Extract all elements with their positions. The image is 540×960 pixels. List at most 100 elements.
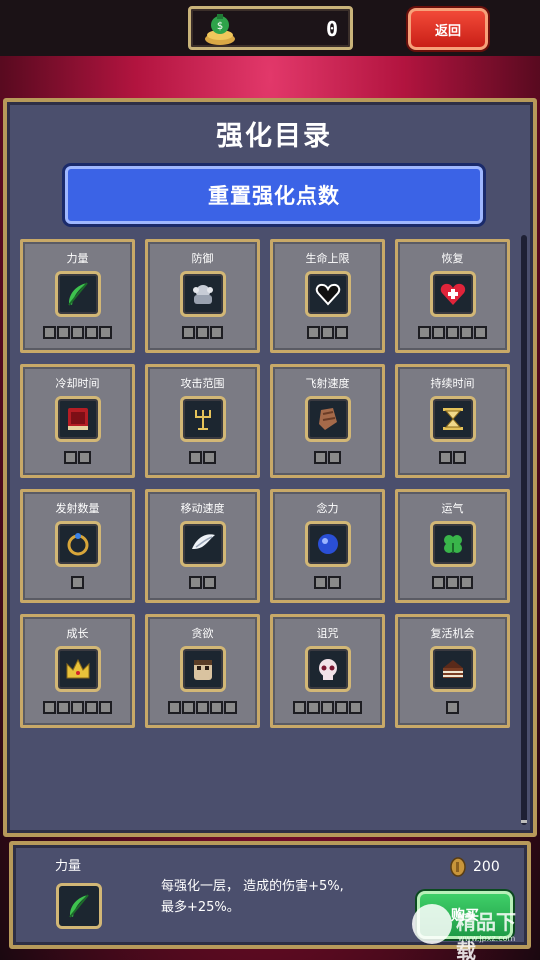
watermark-text: 精品下载 — [456, 910, 516, 960]
upgrade-name: 生命上限 — [305, 252, 350, 265]
upgrade-name: 发射数量 — [55, 502, 100, 515]
svg-text:$: $ — [217, 21, 223, 32]
detail-icon-frame — [56, 883, 102, 929]
feather-icon — [68, 282, 88, 306]
upgrade-card[interactable]: 飞射速度 — [270, 364, 385, 478]
level-pip — [328, 576, 341, 589]
level-pip — [85, 701, 98, 714]
detail-name: 力量 — [55, 859, 82, 874]
clover-icon — [444, 535, 462, 553]
level-pip — [321, 326, 334, 339]
watermark-url: www.jpxz.com — [458, 934, 516, 943]
reset-points-button[interactable]: 重置强化点数 — [65, 166, 483, 224]
upgrade-name: 运气 — [441, 502, 464, 515]
watermark-logo-icon — [412, 904, 452, 944]
upgrade-icon-frame — [55, 396, 101, 442]
upgrade-card[interactable]: 成长 — [20, 614, 135, 728]
level-pip — [43, 326, 56, 339]
level-pip — [182, 701, 195, 714]
upgrade-name: 攻击范围 — [180, 377, 225, 390]
coin-bag-icon: $ — [205, 14, 235, 45]
level-pip — [439, 451, 452, 464]
level-pip — [432, 326, 445, 339]
ring-icon — [67, 533, 89, 556]
upgrade-icon-frame — [55, 646, 101, 692]
level-pip — [432, 576, 445, 589]
upgrade-level-pips — [273, 326, 382, 339]
upgrade-card[interactable]: 攻击范围 — [145, 364, 260, 478]
skull-icon — [319, 659, 337, 680]
level-pip — [335, 701, 348, 714]
upgrade-name: 持续时间 — [430, 377, 475, 390]
upgrade-level-pips — [398, 326, 507, 339]
upgrade-card[interactable]: 贪欲 — [145, 614, 260, 728]
level-pip — [43, 701, 56, 714]
upgrade-icon-frame — [430, 521, 476, 567]
scrollbar[interactable] — [521, 235, 527, 825]
detail-desc-line2: 最多+25%。 — [161, 900, 240, 915]
level-pip — [418, 326, 431, 339]
upgrade-name: 念力 — [316, 502, 339, 515]
mask-icon — [194, 660, 212, 680]
level-pip — [307, 701, 320, 714]
scrollbar-thumb[interactable] — [521, 820, 527, 823]
upgrade-card[interactable]: 复活机会 — [395, 614, 510, 728]
detail-description: 每强化一层， 造成的伤害+5%, 最多+25%。 — [161, 876, 411, 918]
level-pip — [57, 326, 70, 339]
candelabra-icon — [195, 410, 211, 430]
level-pip — [196, 326, 209, 339]
back-button[interactable]: 返回 — [408, 8, 488, 50]
upgrade-icon-frame — [55, 521, 101, 567]
upgrade-level-pips — [148, 701, 257, 714]
upgrade-card[interactable]: 发射数量 — [20, 489, 135, 603]
level-pip — [57, 701, 70, 714]
level-pip — [224, 701, 237, 714]
upgrade-name: 飞射速度 — [305, 377, 350, 390]
upgrade-icon-frame — [430, 396, 476, 442]
upgrade-card[interactable]: 冷却时间 — [20, 364, 135, 478]
level-pip — [335, 326, 348, 339]
detail-desc-line1: 每强化一层， 造成的伤害+5%, — [161, 879, 344, 894]
level-pip — [474, 326, 487, 339]
watermark: 精品下载 www.jpxz.com — [412, 900, 534, 960]
level-pip — [460, 576, 473, 589]
upgrade-level-pips — [148, 451, 257, 464]
orb-icon — [318, 534, 338, 554]
upgrade-name: 成长 — [66, 627, 89, 640]
upgrade-icon-frame — [180, 271, 226, 317]
wing-icon — [192, 534, 215, 549]
upgrade-name: 冷却时间 — [55, 377, 100, 390]
upgrade-icon-frame — [305, 271, 351, 317]
level-pip — [203, 451, 216, 464]
heart-plus-icon — [440, 283, 466, 305]
upgrade-icon-frame — [180, 396, 226, 442]
upgrade-icon-frame — [305, 396, 351, 442]
upgrade-card[interactable]: 防御 — [145, 239, 260, 353]
level-pip — [460, 326, 473, 339]
level-pip — [210, 326, 223, 339]
upgrade-card[interactable]: 力量 — [20, 239, 135, 353]
upgrade-card[interactable]: 生命上限 — [270, 239, 385, 353]
upgrade-icon-frame — [180, 646, 226, 692]
level-pip — [349, 701, 362, 714]
upgrade-card[interactable]: 运气 — [395, 489, 510, 603]
crown-icon — [66, 658, 90, 679]
upgrade-level-pips — [148, 576, 257, 589]
hourglass-icon — [443, 408, 463, 430]
level-pip — [293, 701, 306, 714]
feather-icon — [69, 894, 89, 918]
page-title: 强化目录 — [216, 121, 332, 152]
upgrade-name: 力量 — [66, 252, 89, 265]
level-pip — [314, 576, 327, 589]
level-pip — [168, 701, 181, 714]
upgrade-card[interactable]: 恢复 — [395, 239, 510, 353]
upgrade-card[interactable]: 持续时间 — [395, 364, 510, 478]
upgrade-card[interactable]: 移动速度 — [145, 489, 260, 603]
upgrade-icon-frame — [305, 646, 351, 692]
upgrade-name: 诅咒 — [316, 627, 339, 640]
level-pip — [85, 326, 98, 339]
upgrade-name: 复活机会 — [430, 627, 475, 640]
level-pip — [328, 451, 341, 464]
upgrade-card[interactable]: 诅咒 — [270, 614, 385, 728]
upgrade-card[interactable]: 念力 — [270, 489, 385, 603]
